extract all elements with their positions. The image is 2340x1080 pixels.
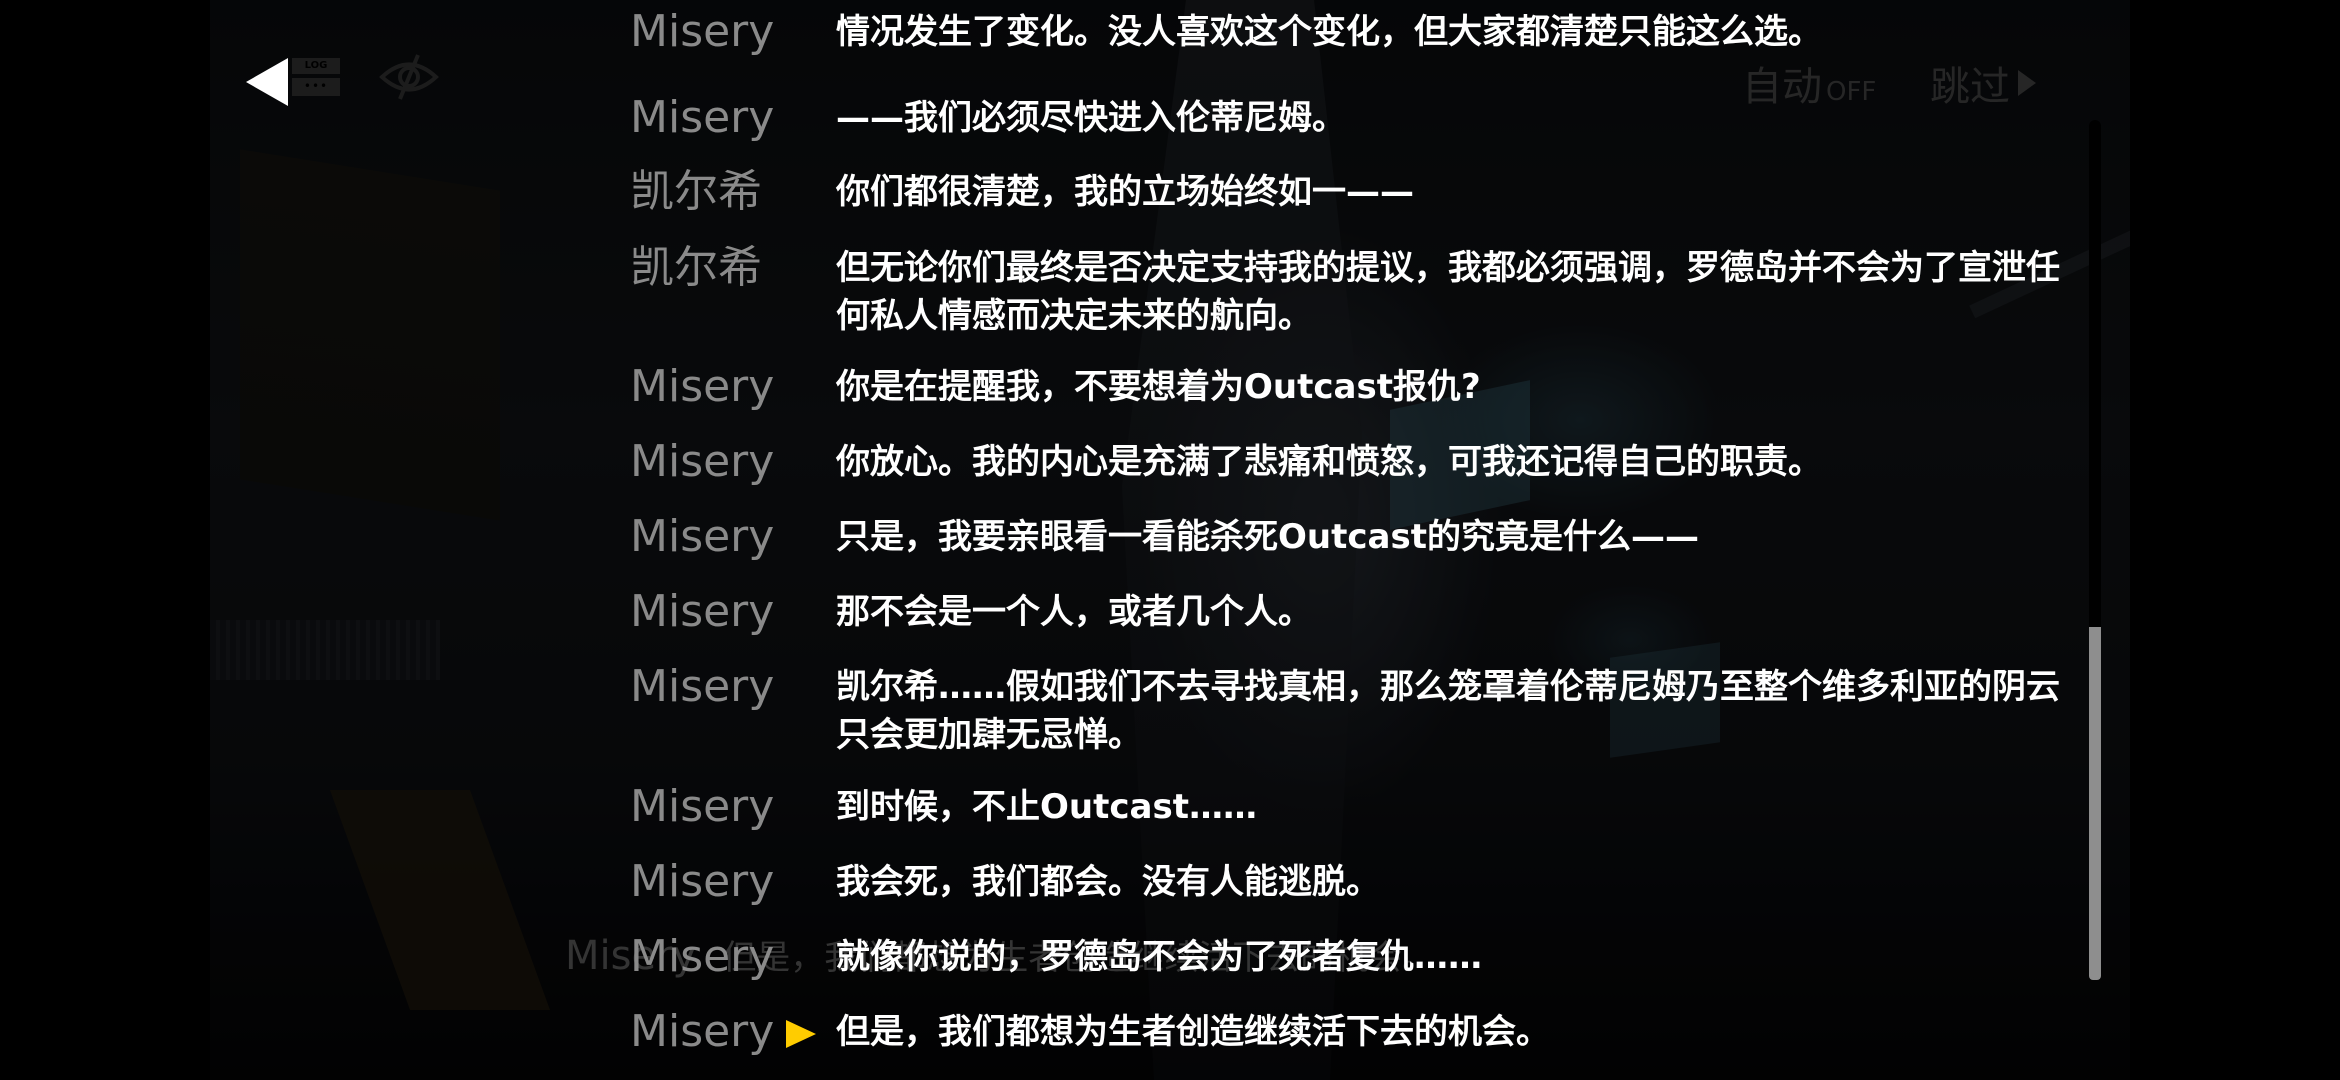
dialogue-text: 只是，我要亲眼看一看能杀死Outcast的究竟是什么—— xyxy=(836,517,1699,557)
speaker-name: Misery xyxy=(630,92,775,143)
dialogue-text: 我会死，我们都会。没有人能逃脱。 xyxy=(836,862,1380,902)
dialogue-text: 但无论你们最终是否决定支持我的提议，我都必须强调，罗德岛并不会为了宣泄任何私人情… xyxy=(836,248,2060,336)
current-line-marker-icon xyxy=(786,1020,816,1048)
speaker-name: Misery xyxy=(630,586,775,637)
speaker-name: Misery xyxy=(630,361,775,412)
dialogue-text: 情况发生了变化。没人喜欢这个变化，但大家都清楚只能这么选。 xyxy=(836,12,1822,52)
speaker-name: 凯尔希 xyxy=(630,166,762,217)
dialogue-log[interactable]: Misery 情况发生了变化。没人喜欢这个变化，但大家都清楚只能这么选。 Mis… xyxy=(0,0,2340,1080)
speaker-name: Misery xyxy=(630,511,775,562)
speaker-name: Misery xyxy=(630,781,775,832)
dialogue-text: 你是在提醒我，不要想着为Outcast报仇? xyxy=(836,367,1481,407)
dialogue-text: ——我们必须尽快进入伦蒂尼姆。 xyxy=(836,98,1346,138)
speaker-name: Misery xyxy=(630,856,775,907)
dialogue-text: 就像你说的，罗德岛不会为了死者复仇…… xyxy=(836,937,1482,977)
dialogue-text: 凯尔希……假如我们不去寻找真相，那么笼罩着伦蒂尼姆乃至整个维多利亚的阴云只会更加… xyxy=(836,667,2060,755)
speaker-name: Misery xyxy=(630,6,775,57)
speaker-name: Misery xyxy=(630,1006,775,1057)
dialogue-text: 到时候，不止Outcast…… xyxy=(836,787,1257,827)
dialogue-text: 那不会是一个人，或者几个人。 xyxy=(836,592,1312,632)
speaker-name: Misery xyxy=(630,436,775,487)
dialogue-text: 你放心。我的内心是充满了悲痛和愤怒，可我还记得自己的职责。 xyxy=(836,442,1822,482)
dialogue-text: 你们都很清楚，我的立场始终如一—— xyxy=(836,172,1414,212)
scrollbar-thumb[interactable] xyxy=(2089,627,2101,980)
speaker-name: Misery xyxy=(630,931,775,982)
dialogue-text: 但是，我们都想为生者创造继续活下去的机会。 xyxy=(836,1012,1550,1052)
speaker-name: 凯尔希 xyxy=(630,242,762,293)
log-scrollbar[interactable] xyxy=(2089,120,2101,980)
speaker-name: Misery xyxy=(630,661,775,712)
